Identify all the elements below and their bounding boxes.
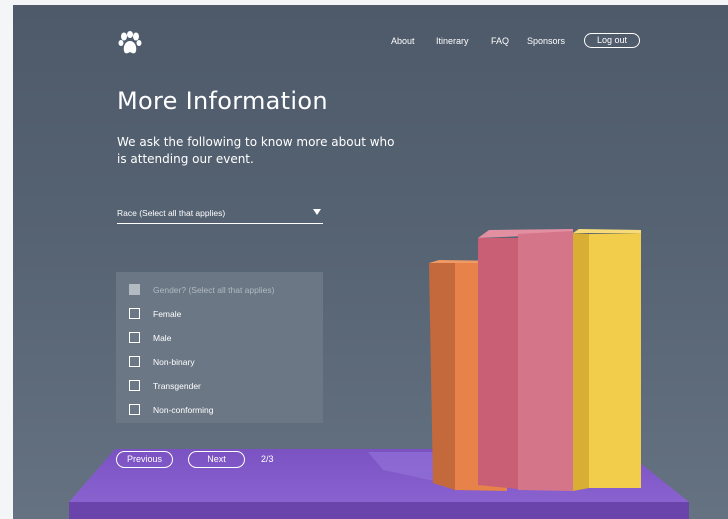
race-dropdown-label: Race (Select all that applies) bbox=[117, 208, 226, 218]
checkbox[interactable] bbox=[129, 308, 140, 319]
checkbox[interactable] bbox=[129, 404, 140, 415]
gender-heading-label: Gender? (Select all that applies) bbox=[153, 285, 275, 295]
option-label: Female bbox=[153, 309, 182, 319]
option-label: Non-binary bbox=[153, 357, 195, 367]
logout-button[interactable]: Log out bbox=[584, 33, 640, 48]
gender-heading-checkbox bbox=[129, 284, 140, 295]
book-pink bbox=[518, 231, 573, 491]
step-indicator: 2/3 bbox=[261, 454, 274, 464]
checkbox[interactable] bbox=[129, 332, 140, 343]
checkbox[interactable] bbox=[129, 356, 140, 367]
nav-about-link[interactable]: About bbox=[391, 36, 415, 46]
book-pink-spine bbox=[478, 238, 518, 489]
nav-itinerary-link[interactable]: Itinerary bbox=[436, 36, 469, 46]
page: About Itinerary FAQ Sponsors Log out Mor… bbox=[13, 5, 728, 519]
book-yellow-spine bbox=[573, 233, 589, 491]
caret-down-icon bbox=[313, 209, 321, 215]
books-illustration bbox=[429, 229, 641, 491]
page-title: More Information bbox=[117, 87, 328, 115]
checkbox[interactable] bbox=[129, 380, 140, 391]
page-subtitle: We ask the following to know more about … bbox=[117, 135, 395, 166]
option-label: Male bbox=[153, 333, 172, 343]
previous-button[interactable]: Previous bbox=[116, 451, 173, 468]
book-yellow bbox=[589, 233, 641, 488]
book-orange-spine bbox=[429, 263, 455, 490]
nav-sponsors-link[interactable]: Sponsors bbox=[527, 36, 565, 46]
race-dropdown[interactable]: Race (Select all that applies) bbox=[117, 206, 323, 224]
option-label: Non-conforming bbox=[153, 405, 214, 415]
option-label: Transgender bbox=[153, 381, 201, 391]
nav-faq-link[interactable]: FAQ bbox=[491, 36, 509, 46]
gender-checkbox-group: Gender? (Select all that applies) Female… bbox=[116, 272, 323, 423]
next-button[interactable]: Next bbox=[188, 451, 245, 468]
